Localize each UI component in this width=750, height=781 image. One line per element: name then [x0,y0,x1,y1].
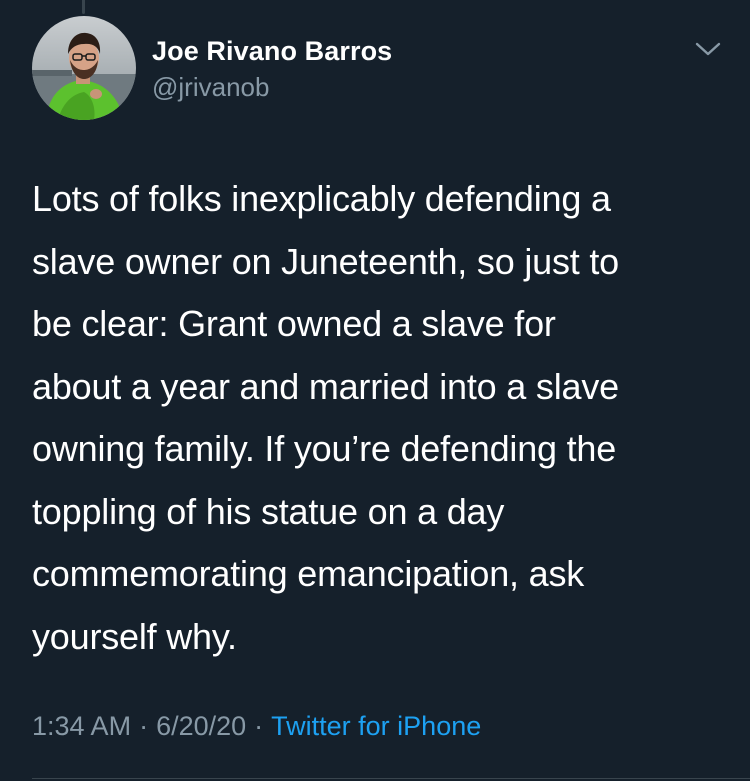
meta-separator: · [254,711,264,741]
tweet-text-line: about a year and married into a slave [32,365,619,407]
tweet-metadata: 1:34 AM · 6/20/20 · Twitter for iPhone [32,706,481,746]
tweet-text-line: toppling of his statue on a day [32,490,505,532]
author-names[interactable]: Joe Rivano Barros @jrivanob [152,34,392,104]
chevron-down-icon[interactable] [694,38,722,60]
tweet-text-line: yourself why. [32,615,237,657]
tweet-text-line: Lots of folks inexplicably defending a [32,178,611,219]
divider [32,778,750,779]
tweet-text: Lots of folks inexplicably defending a s… [32,168,732,668]
tweet-time[interactable]: 1:34 AM [32,711,131,741]
author-display-name[interactable]: Joe Rivano Barros [152,34,392,68]
tweet-source-link[interactable]: Twitter for iPhone [271,711,481,741]
tweet-date[interactable]: 6/20/20 [156,711,246,741]
tweet: Joe Rivano Barros @jrivanob Lots of folk… [0,0,750,781]
tweet-text-line: commemorating emancipation, ask [32,553,585,594]
thread-connector-line [82,0,85,14]
avatar-photo [32,16,136,120]
tweet-text-line: slave owner on Juneteenth, so just to [32,240,619,282]
tweet-header: Joe Rivano Barros @jrivanob [32,16,722,120]
tweet-text-line: owning family. If you’re defending the [32,428,617,469]
tweet-text-line: be clear: Grant owned a slave for [32,303,556,344]
avatar[interactable] [32,16,136,120]
author-handle[interactable]: @jrivanob [152,70,392,104]
meta-separator: · [139,711,149,741]
